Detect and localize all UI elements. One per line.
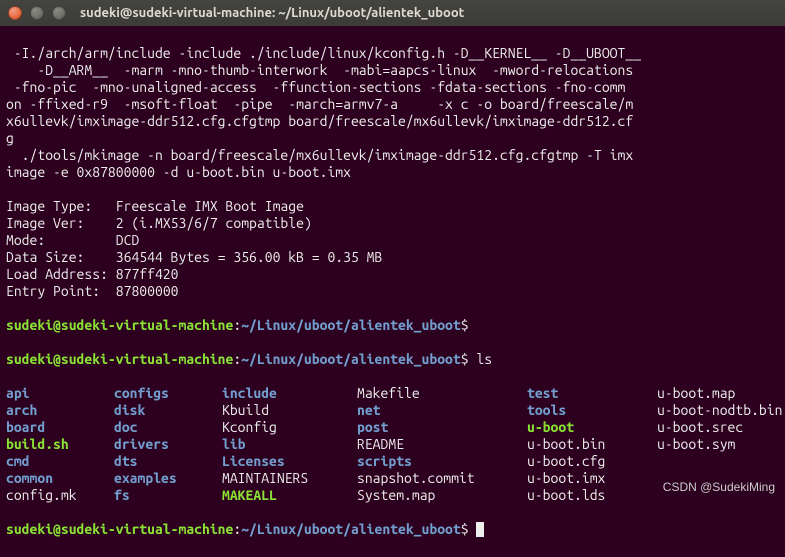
ls-item: u-boot — [527, 419, 657, 436]
ls-item: snapshot.commit — [357, 470, 527, 487]
ls-item: Makefile — [357, 385, 527, 402]
ls-item: doc — [114, 419, 222, 436]
ls-item: drivers — [114, 436, 222, 453]
prompt-line-3[interactable]: sudeki@sudeki-virtual-machine:~/Linux/ub… — [6, 521, 779, 538]
ls-item: u-boot.map — [657, 385, 735, 402]
prompt-path: ~/Linux/uboot/alientek_uboot — [241, 317, 461, 333]
ls-item: Kconfig — [222, 419, 357, 436]
ls-row: apiconfigsincludeMakefiletestu-boot.map — [6, 385, 779, 402]
image-size-value: 364544 Bytes = 356.00 kB = 0.35 MB — [116, 249, 383, 265]
prompt-line-2: sudeki@sudeki-virtual-machine:~/Linux/ub… — [6, 351, 779, 368]
ls-item: Kbuild — [222, 402, 357, 419]
image-load-value: 877ff420 — [116, 266, 179, 282]
watermark: CSDN @SudekiMing — [663, 479, 775, 496]
ls-item: configs — [114, 385, 222, 402]
ls-item: fs — [114, 487, 222, 504]
ls-item: scripts — [357, 453, 527, 470]
ls-item: disk — [114, 402, 222, 419]
prompt-user-host: sudeki@sudeki-virtual-machine — [6, 351, 233, 367]
prompt-user-host: sudeki@sudeki-virtual-machine — [6, 317, 233, 333]
image-load-label: Load Address: — [6, 266, 108, 282]
ls-item: Licenses — [222, 453, 357, 470]
minimize-icon[interactable] — [30, 6, 44, 20]
ls-item: arch — [6, 402, 114, 419]
image-type-value: Freescale IMX Boot Image — [116, 198, 304, 214]
ls-item: u-boot-nodtb.bin — [657, 402, 782, 419]
ls-row: build.shdriverslibREADMEu-boot.binu-boot… — [6, 436, 779, 453]
ls-item: post — [357, 419, 527, 436]
prompt-line-1: sudeki@sudeki-virtual-machine:~/Linux/ub… — [6, 317, 779, 334]
image-entry-label: Entry Point: — [6, 283, 100, 299]
ls-row: cmddtsLicensesscriptsu-boot.cfg — [6, 453, 779, 470]
prompt-path: ~/Linux/uboot/alientek_uboot — [241, 521, 461, 537]
ls-item: api — [6, 385, 114, 402]
cmd-ls: ls — [469, 351, 493, 367]
ls-item: net — [357, 402, 527, 419]
ls-item: common — [6, 470, 114, 487]
terminal-output[interactable]: -I./arch/arm/include -include ./include/… — [0, 26, 785, 557]
ls-item: include — [222, 385, 357, 402]
ls-row: archdiskKbuildnettoolsu-boot-nodtb.bin — [6, 402, 779, 419]
ls-item: MAKEALL — [222, 487, 357, 504]
image-ver-value: 2 (i.MX53/6/7 compatible) — [116, 215, 312, 231]
window-titlebar: sudeki@sudeki-virtual-machine: ~/Linux/u… — [0, 0, 785, 26]
image-size-label: Data Size: — [6, 249, 84, 265]
ls-item: lib — [222, 436, 357, 453]
prompt-user-host: sudeki@sudeki-virtual-machine — [6, 521, 233, 537]
ls-item: cmd — [6, 453, 114, 470]
ls-row: boarddocKconfigpostu-bootu-boot.srec — [6, 419, 779, 436]
image-type-label: Image Type: — [6, 198, 92, 214]
image-info-block: Image Type: Freescale IMX Boot Image Ima… — [6, 198, 779, 300]
ls-item: dts — [114, 453, 222, 470]
ls-item: tools — [527, 402, 657, 419]
ls-item: u-boot.imx — [527, 470, 657, 487]
image-ver-label: Image Ver: — [6, 215, 84, 231]
ls-item: MAINTAINERS — [222, 470, 357, 487]
ls-item: examples — [114, 470, 222, 487]
ls-item: u-boot.bin — [527, 436, 657, 453]
ls-item: u-boot.cfg — [527, 453, 657, 470]
ls-item: test — [527, 385, 657, 402]
close-icon[interactable] — [8, 6, 22, 20]
prompt-path: ~/Linux/uboot/alientek_uboot — [241, 351, 461, 367]
maximize-icon[interactable] — [52, 6, 66, 20]
cursor-icon — [476, 522, 484, 537]
ls-item: u-boot.sym — [657, 436, 735, 453]
ls-item: System.map — [357, 487, 527, 504]
ls-item: README — [357, 436, 527, 453]
ls-item: u-boot.lds — [527, 487, 657, 504]
ls-item: build.sh — [6, 436, 114, 453]
image-mode-label: Mode: — [6, 232, 45, 248]
window-title: sudeki@sudeki-virtual-machine: ~/Linux/u… — [80, 5, 464, 22]
image-entry-value: 87800000 — [116, 283, 179, 299]
ls-item: config.mk — [6, 487, 114, 504]
ls-item: u-boot.srec — [657, 419, 743, 436]
image-mode-value: DCD — [116, 232, 140, 248]
ls-item: board — [6, 419, 114, 436]
compile-output: -I./arch/arm/include -include ./include/… — [6, 45, 779, 181]
